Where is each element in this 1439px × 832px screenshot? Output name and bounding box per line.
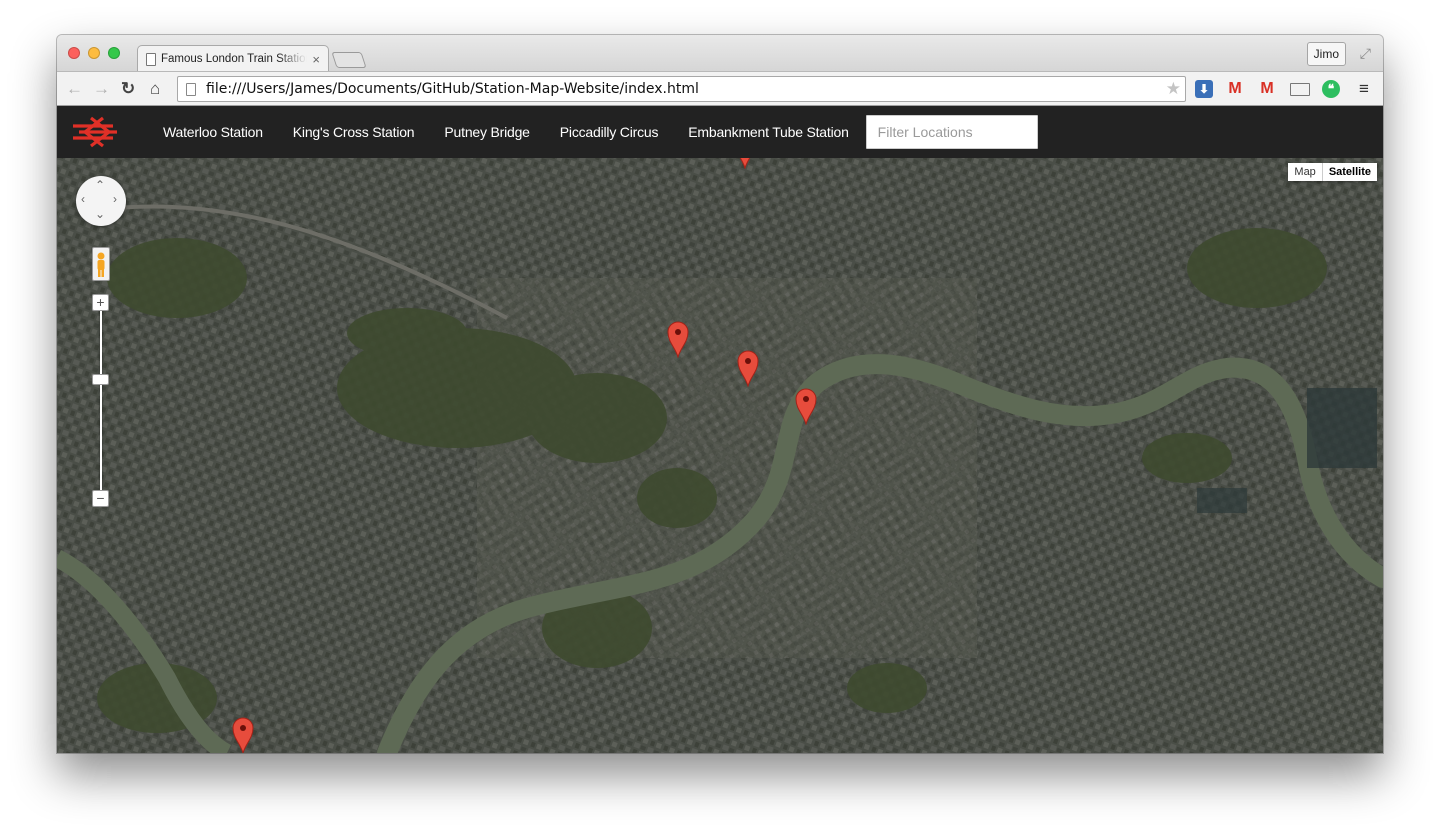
menu-icon[interactable]: ≡ [1355,80,1373,98]
fullscreen-icon[interactable]: ⤢ [1360,45,1371,62]
tab-title: Famous London Train Stations [161,53,308,65]
page-icon [146,52,156,66]
reload-icon[interactable]: ↻ [121,79,135,99]
top-navbar: Waterloo Station King's Cross Station Pu… [57,106,1383,158]
street-view-pegman-icon[interactable] [92,247,110,281]
cast-icon[interactable] [1290,83,1310,96]
page-icon [186,82,196,96]
gmail-checker-icon[interactable]: M [1258,80,1276,98]
map-marker-piccadilly[interactable] [667,320,689,358]
filter-locations-input[interactable] [865,115,1038,149]
back-icon[interactable]: ← [66,79,83,99]
tab-strip: Famous London Train Stations × Jimo ⤢ [57,35,1383,72]
nav-link-piccadilly[interactable]: Piccadilly Circus [545,124,674,140]
zoom-window-button[interactable] [108,47,120,59]
zoom-out-button[interactable]: − [92,490,109,507]
pan-up-icon[interactable]: ⌃ [95,178,105,192]
web-page: Waterloo Station King's Cross Station Pu… [57,106,1383,753]
nav-link-putney-bridge[interactable]: Putney Bridge [429,124,544,140]
zoom-slider-track[interactable] [100,310,102,498]
station-links: Waterloo Station King's Cross Station Pu… [148,124,864,140]
new-tab-button[interactable] [331,52,367,68]
map-marker-waterloo[interactable] [795,387,817,425]
pan-left-icon[interactable]: ‹ [81,192,85,206]
close-window-button[interactable] [68,47,80,59]
profile-button[interactable]: Jimo [1306,42,1346,66]
pan-down-icon[interactable]: ⌄ [95,207,105,221]
gmail-icon[interactable]: M [1226,80,1244,98]
map-marker-kings-cross[interactable] [734,158,756,169]
forward-icon[interactable]: → [93,79,110,99]
browser-tab[interactable]: Famous London Train Stations × [137,45,329,72]
download-extension-icon[interactable]: ⬇ [1195,80,1213,98]
map-imagery [57,158,1383,753]
map-type-map[interactable]: Map [1288,163,1321,181]
url-text: file:///Users/James/Documents/GitHub/Sta… [206,81,699,97]
tab-close-icon[interactable]: × [312,52,320,67]
nav-link-waterloo[interactable]: Waterloo Station [148,124,278,140]
zoom-slider-thumb[interactable] [92,374,109,385]
nav-link-embankment[interactable]: Embankment Tube Station [673,124,863,140]
british-rail-logo[interactable] [69,106,133,158]
pan-control[interactable]: ⌃ ⌄ ‹ › [76,176,126,226]
pan-right-icon[interactable]: › [113,192,117,206]
evernote-icon[interactable]: ❝ [1322,80,1340,98]
map-type-control: Map Satellite [1288,163,1377,181]
map-marker-embankment[interactable] [737,349,759,387]
minimize-window-button[interactable] [88,47,100,59]
satellite-map[interactable]: Map Satellite ⌃ ⌄ ‹ › + − [57,158,1383,753]
browser-toolbar: ← → ↻ ⌂ file:///Users/James/Documents/Gi… [57,71,1383,106]
browser-window: Famous London Train Stations × Jimo ⤢ ← … [57,35,1383,753]
home-icon[interactable]: ⌂ [150,79,160,99]
zoom-in-button[interactable]: + [92,294,109,311]
window-controls [68,47,120,59]
nav-link-kings-cross[interactable]: King's Cross Station [278,124,430,140]
map-type-satellite[interactable]: Satellite [1321,163,1377,181]
map-marker-putney[interactable] [232,716,254,753]
address-bar[interactable]: file:///Users/James/Documents/GitHub/Sta… [177,76,1186,102]
star-icon[interactable]: ★ [1166,79,1181,99]
